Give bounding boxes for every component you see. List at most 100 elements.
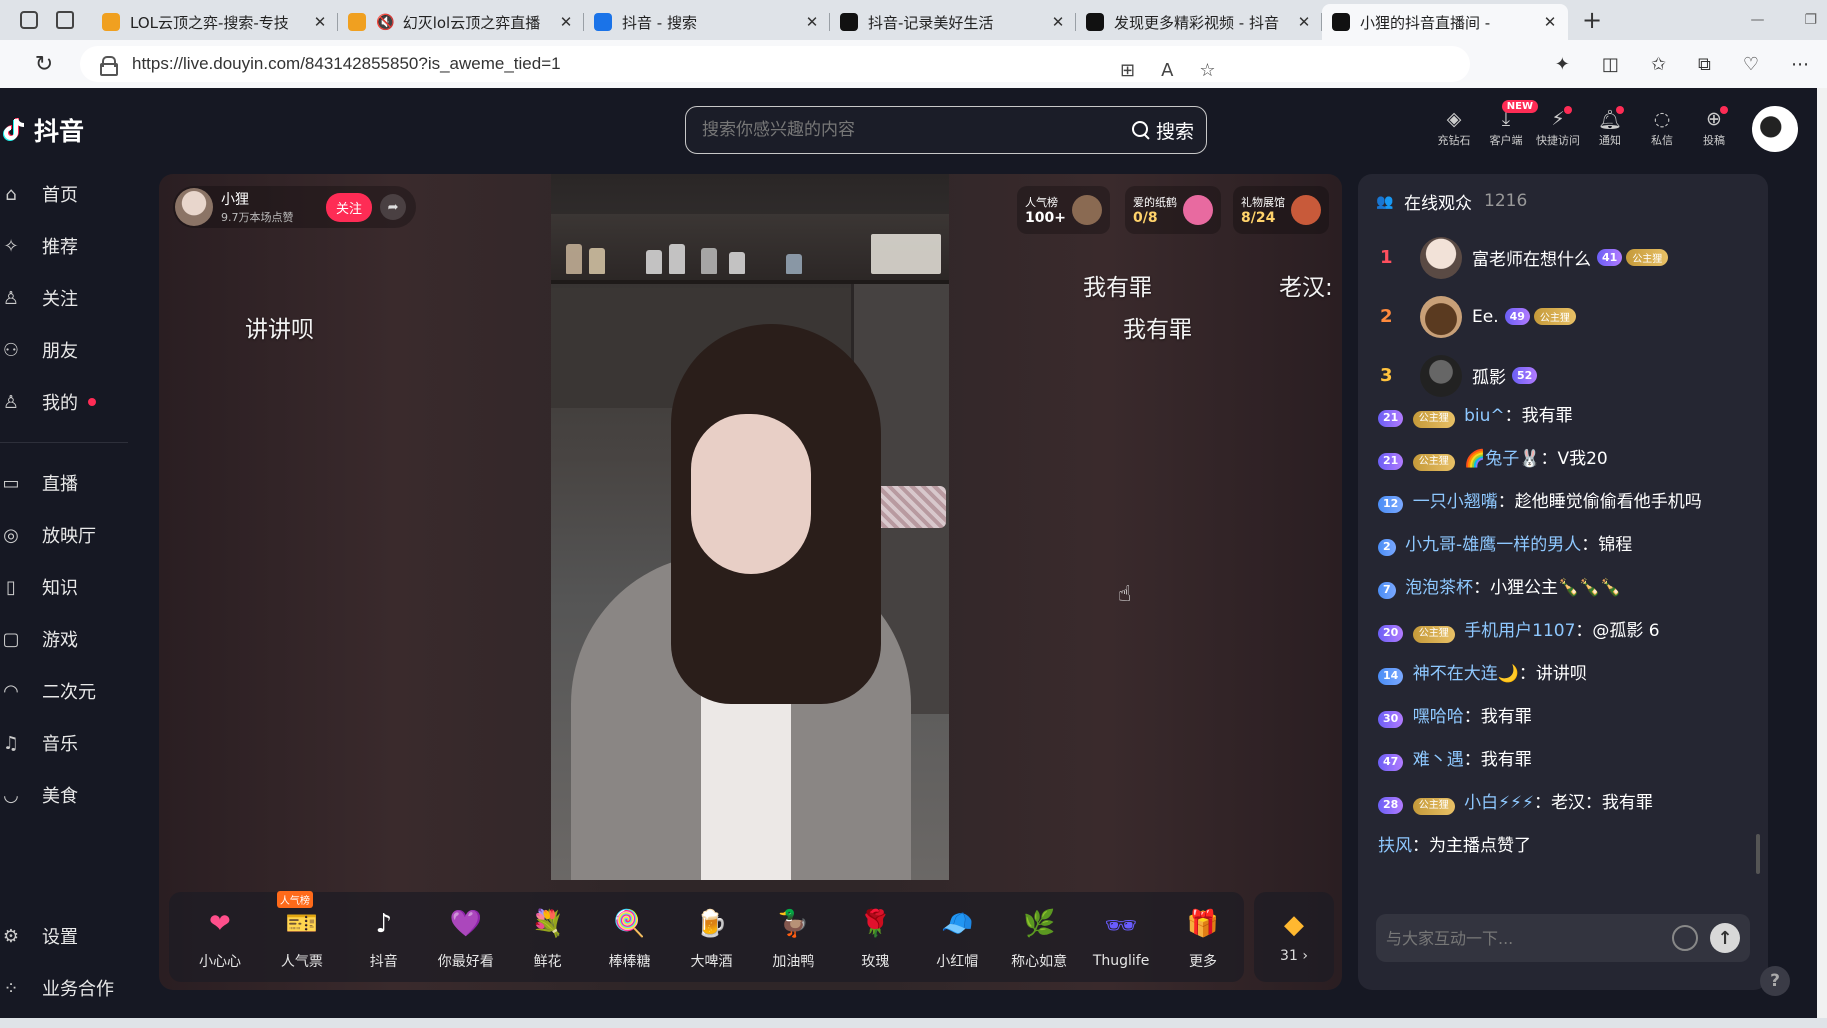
favorites-icon[interactable]: ✩ — [1651, 54, 1666, 75]
chat-user-name[interactable]: 小白⚡⚡⚡ — [1464, 793, 1534, 813]
help-icon[interactable]: ? — [1760, 966, 1790, 996]
gift-item[interactable]: 🧢 小红帽 — [916, 903, 998, 971]
sidebar-item[interactable]: ♙ 我的 — [0, 376, 130, 428]
tab-close-icon[interactable]: ✕ — [1542, 13, 1558, 31]
reload-icon[interactable]: ↻ — [32, 52, 56, 77]
share-icon[interactable]: ➦ — [380, 194, 407, 220]
avatar[interactable] — [1420, 295, 1462, 338]
live-video[interactable] — [551, 174, 949, 880]
douyin-logo[interactable]: 抖音 — [0, 112, 84, 148]
sidebar-item[interactable]: ▭ 直播 — [0, 457, 130, 509]
new-tab-button[interactable]: + — [1574, 2, 1610, 38]
gift-item[interactable]: 🌹 玫瑰 — [834, 903, 916, 971]
tab-close-icon[interactable]: ✕ — [804, 13, 820, 31]
gift-item[interactable]: 💐 鲜花 — [507, 903, 589, 971]
chat-user-name[interactable]: 扶风 — [1378, 836, 1412, 856]
gift-item[interactable]: 🎁 更多 — [1162, 903, 1244, 971]
live-stat[interactable]: 礼物展馆 8/24 — [1233, 186, 1329, 234]
avatar[interactable] — [1420, 354, 1462, 397]
gift-panel-button[interactable]: ◆ 31 › — [1254, 892, 1334, 982]
gift-item[interactable]: 🌿 称心如意 — [998, 903, 1080, 971]
gift-item[interactable]: 🕶 Thuglife — [1080, 905, 1162, 969]
live-stat[interactable]: 人气榜 100+ — [1017, 186, 1110, 234]
minimize-icon[interactable]: — — [1750, 12, 1764, 28]
favorite-star-icon[interactable]: ☆ — [1199, 60, 1215, 81]
read-aloud-icon[interactable]: A — [1161, 60, 1173, 81]
header-tool[interactable]: ⤓ 客户端 NEW — [1480, 100, 1538, 148]
audience-header[interactable]: 👥 在线观众 1216 — [1358, 174, 1768, 228]
app-available-icon[interactable]: ⊞ — [1120, 60, 1135, 81]
extensions-icon[interactable]: ✦ — [1555, 54, 1570, 75]
chat-user-name[interactable]: 小九哥-雄鹰一样的男人 — [1405, 535, 1581, 555]
gift-item[interactable]: ❤ 小心心 — [179, 903, 261, 971]
gift-item[interactable]: 💜 你最好看 — [425, 903, 507, 971]
send-button[interactable]: ↑ — [1710, 923, 1740, 953]
browser-tab[interactable]: 抖音-记录美好生活 ✕ — [830, 4, 1076, 40]
streamer-avatar[interactable] — [175, 188, 213, 226]
sidebar-item[interactable]: ♫ 音乐 — [0, 717, 130, 769]
chat-user-name[interactable]: 一只小翘嘴 — [1413, 492, 1498, 512]
sidebar-item[interactable]: ▯ 知识 — [0, 561, 130, 613]
chat-user-name[interactable]: 泡泡茶杯 — [1405, 578, 1473, 598]
split-screen-icon[interactable]: ◫ — [1602, 54, 1619, 75]
gift-item[interactable]: 🎫 人气票 人气榜 — [261, 891, 343, 971]
sidebar-item[interactable]: ⌂ 首页 — [0, 168, 130, 220]
emoji-icon[interactable] — [1672, 925, 1698, 951]
chat-scrollbar[interactable] — [1756, 834, 1760, 874]
browser-tab[interactable]: 发现更多精彩视频 - 抖音 ✕ — [1076, 4, 1322, 40]
page-scrollbar[interactable] — [1817, 88, 1827, 1018]
sidebar-item[interactable]: ⚇ 朋友 — [0, 324, 130, 376]
lock-icon[interactable] — [100, 56, 118, 76]
sidebar-item[interactable]: ◎ 放映厅 — [0, 509, 130, 561]
tab-close-icon[interactable]: ✕ — [312, 13, 328, 31]
url-field[interactable]: https://live.douyin.com/843142855850?is_… — [80, 46, 1470, 82]
browser-tab[interactable]: LOL云顶之弈-搜索-专技 ✕ — [92, 4, 338, 40]
tab-close-icon[interactable]: ✕ — [1296, 13, 1312, 31]
sidebar-item[interactable]: ♙ 关注 — [0, 272, 130, 324]
avatar[interactable] — [1420, 236, 1462, 279]
sidebar-item[interactable]: ▢ 游戏 — [0, 613, 130, 665]
browser-tab[interactable]: 小狸的抖音直播间 - ✕ — [1322, 4, 1568, 40]
sidebar-item[interactable]: ⁘ 业务合作 — [0, 962, 130, 1014]
live-stat[interactable]: 爱的纸鹤 0/8 — [1125, 186, 1221, 234]
maximize-icon[interactable]: ❐ — [1804, 12, 1817, 28]
ranking-row[interactable]: 3 孤影 52 — [1358, 346, 1768, 405]
follow-button[interactable]: 关注 — [326, 192, 373, 222]
sidebar-item[interactable]: ⚙ 设置 — [0, 910, 130, 962]
ranking-row[interactable]: 1 富老师在想什么 41 公主狸 — [1358, 228, 1768, 287]
header-tool[interactable]: ⊕ 投稿 — [1688, 106, 1740, 148]
gift-item[interactable]: ♪ 抖音 — [343, 903, 425, 971]
search-button[interactable]: 搜索 — [1131, 117, 1206, 144]
browser-tab[interactable]: 抖音 - 搜索 ✕ — [584, 4, 830, 40]
tab-close-icon[interactable]: ✕ — [1050, 13, 1066, 31]
chat-user-name[interactable]: 手机用户1107 — [1464, 621, 1575, 641]
header-tool[interactable]: ⚡ 快捷访问 — [1532, 106, 1584, 148]
chat-input[interactable] — [1386, 928, 1672, 948]
chat-user-name[interactable]: biu^ — [1464, 406, 1505, 426]
sidebar-item[interactable]: ◠ 二次元 — [0, 665, 130, 717]
chat-user-name[interactable]: 神不在大连🌙 — [1413, 664, 1519, 684]
collections-icon[interactable]: ⧉ — [1698, 54, 1711, 75]
header-tool[interactable]: ◈ 充钻石 — [1428, 106, 1480, 148]
chat-user-name[interactable]: 嘿哈哈 — [1413, 707, 1464, 727]
live-player[interactable]: 小狸 9.7万本场点赞 关注 ➦ 人气榜 100+ 爱的纸鹤 0/8 礼物展馆 8/24 … — [159, 174, 1342, 990]
streamer-card[interactable]: 小狸 9.7万本场点赞 关注 ➦ — [173, 186, 417, 228]
gift-item[interactable]: 🍺 大啤酒 — [671, 903, 753, 971]
tab-close-icon[interactable]: ✕ — [558, 13, 574, 31]
user-avatar[interactable] — [1752, 106, 1798, 152]
browser-tab[interactable]: 🔇 幻灭lol云顶之弈直播 ✕ — [338, 4, 584, 40]
header-tool[interactable]: ◌ 私信 — [1636, 106, 1688, 148]
chat-user-name[interactable]: 🌈兔子🐰 — [1464, 449, 1540, 469]
speaker-muted-icon[interactable]: 🔇 — [376, 13, 395, 31]
more-menu-icon[interactable]: ⋯ — [1791, 54, 1809, 75]
gift-item[interactable]: 🍭 棒棒糖 — [589, 903, 671, 971]
performance-icon[interactable]: ♡ — [1743, 54, 1759, 75]
gift-item[interactable]: 🦆 加油鸭 — [752, 903, 834, 971]
search-input[interactable] — [686, 120, 1132, 140]
sidebar-item[interactable]: ◡ 美食 — [0, 769, 130, 821]
workspaces-icon[interactable] — [20, 11, 38, 29]
sidebar-item[interactable]: ✧ 推荐 — [0, 220, 130, 272]
header-tool[interactable]: 🔔︎ 通知 — [1584, 106, 1636, 148]
chat-user-name[interactable]: 难丶遇 — [1413, 750, 1464, 770]
vertical-tabs-icon[interactable] — [56, 11, 74, 29]
